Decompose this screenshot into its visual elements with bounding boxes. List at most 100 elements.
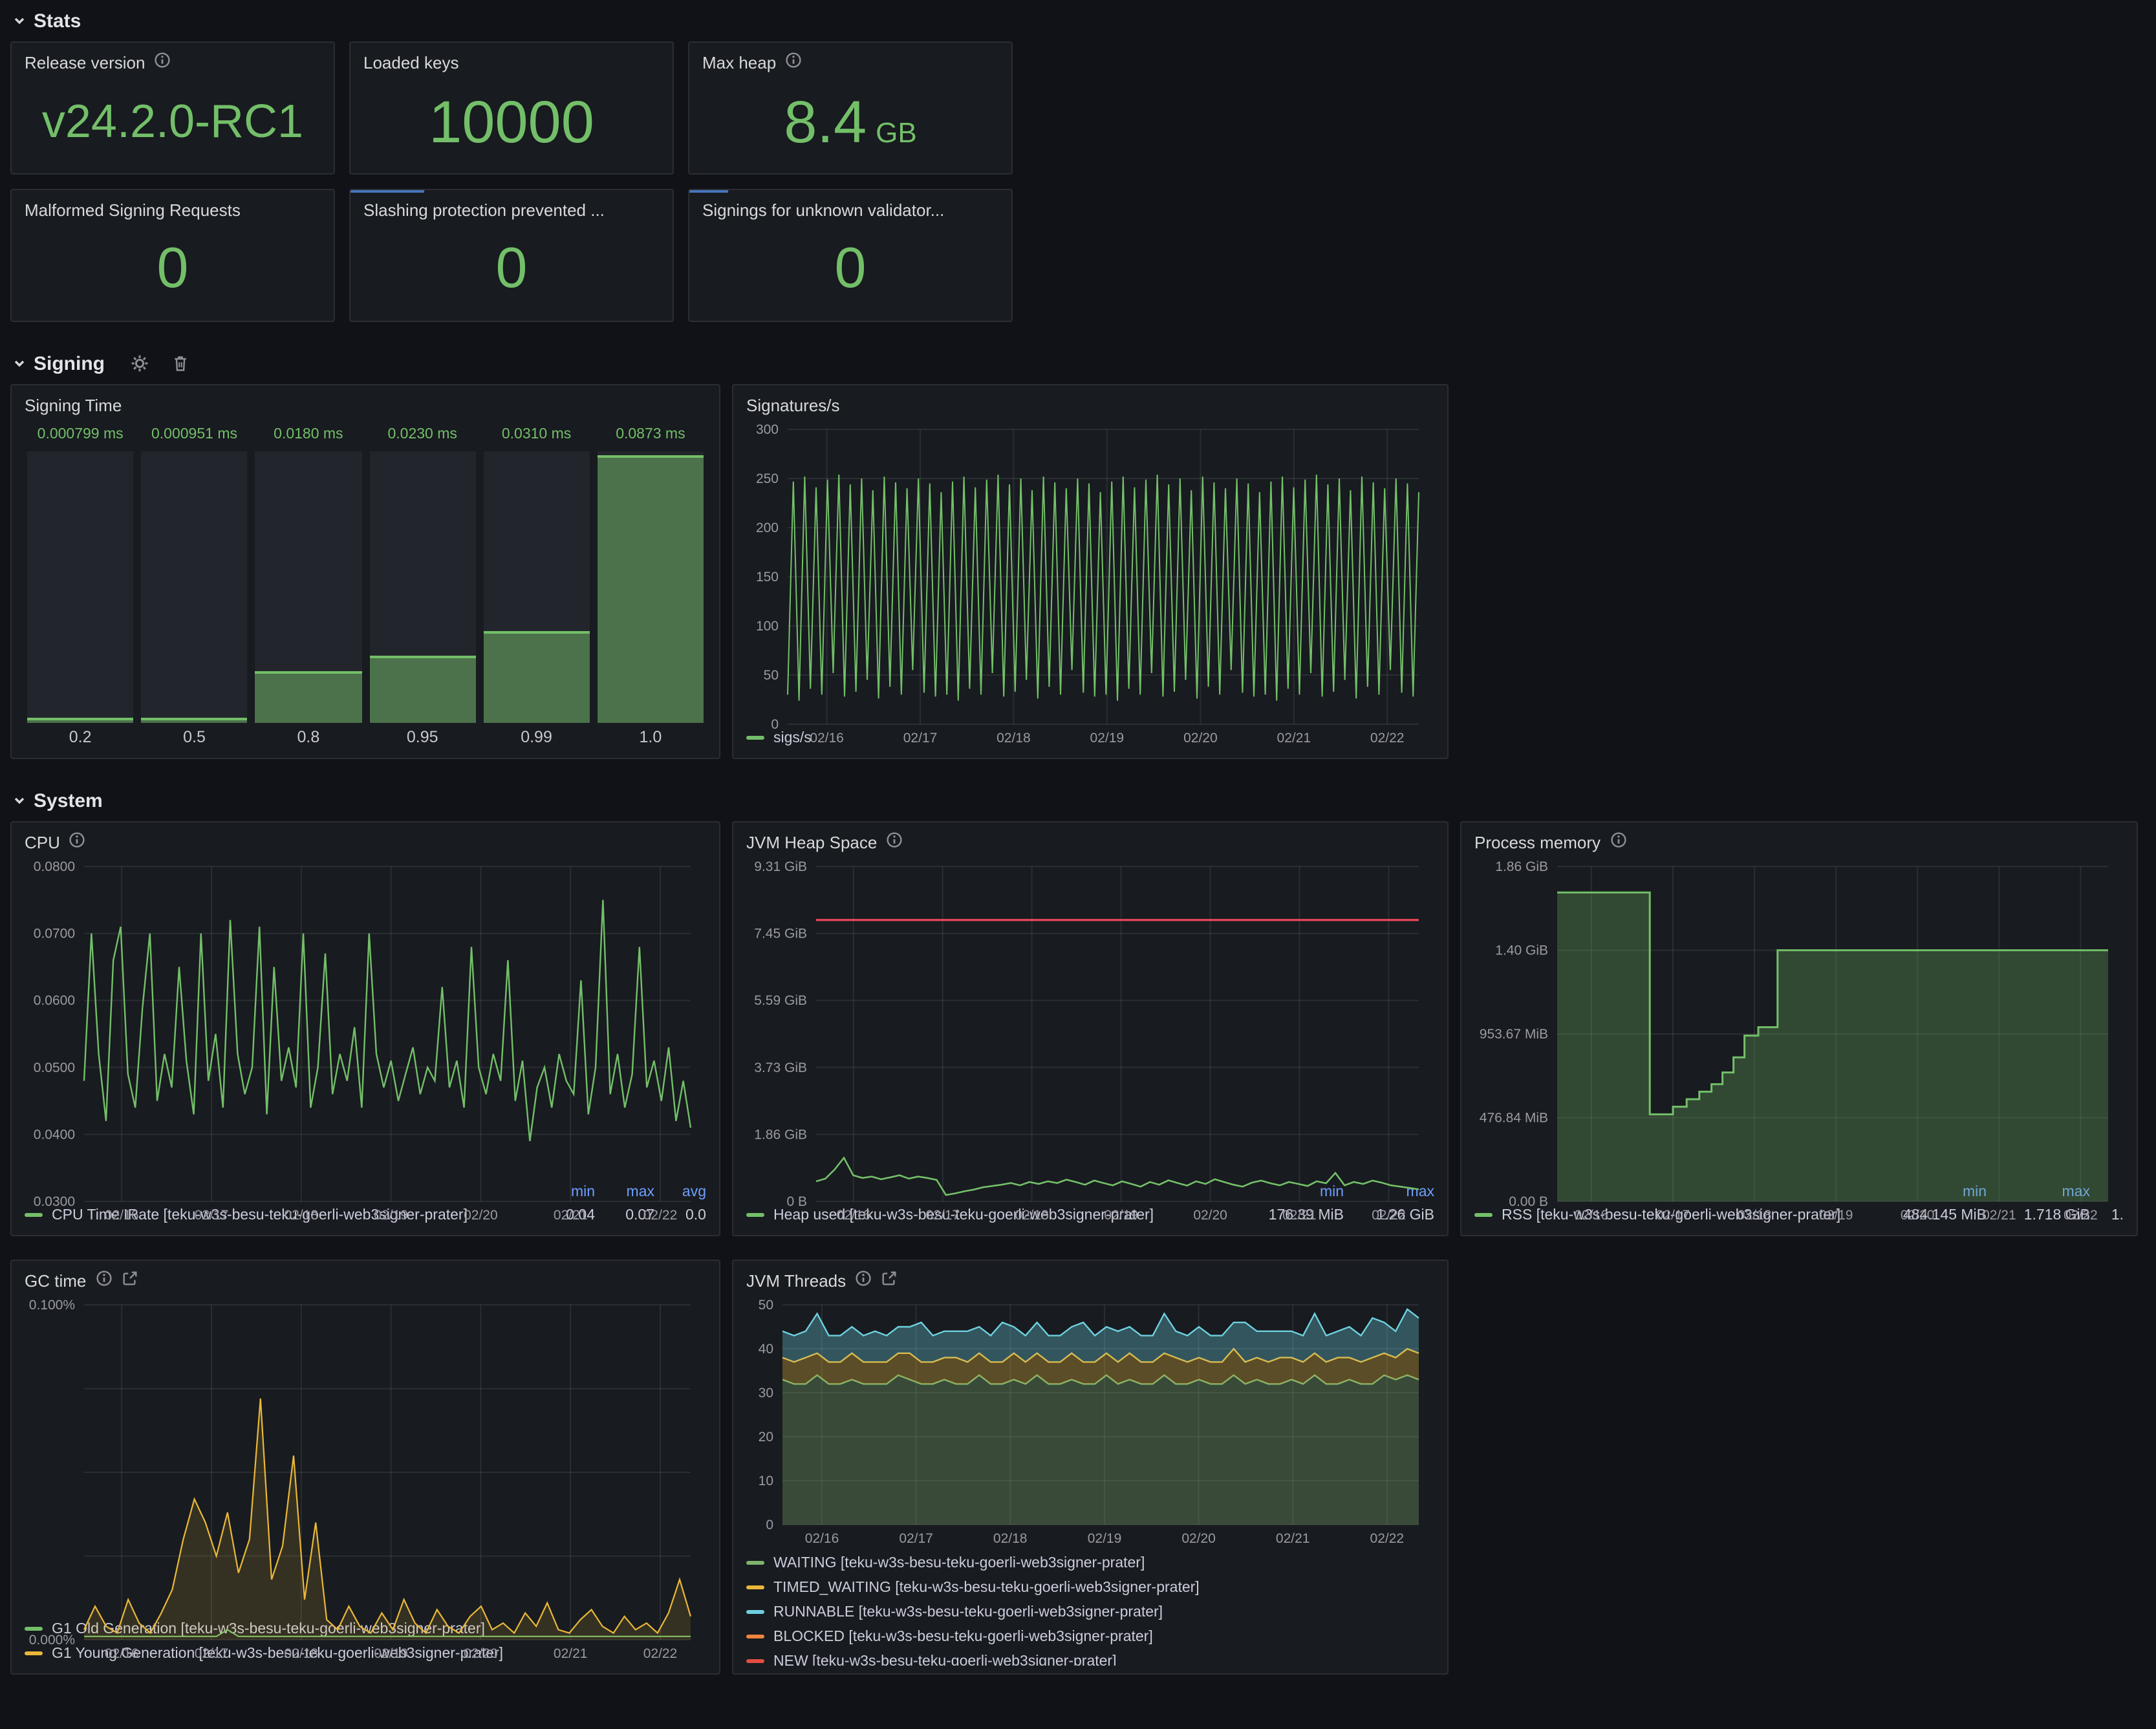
gauge-0.8: 0.0180 ms 0.8 (255, 427, 361, 750)
svg-text:10: 10 (759, 1474, 773, 1488)
trash-icon[interactable] (172, 354, 189, 372)
signing-time-gauges: 0.000799 ms 0.2 0.000951 ms 0.5 0.0180 m… (25, 419, 706, 750)
stats-grid: Release version v24.2.0-RC1 Loaded keys … (10, 41, 2146, 322)
svg-text:02/18: 02/18 (1738, 1208, 1772, 1223)
signing-row: Signing Time 0.000799 ms 0.2 0.000951 ms… (10, 384, 2146, 759)
panel-process-memory: Process memory 0.00 B476.84 MiB953.67 Mi… (1460, 821, 2138, 1236)
svg-text:20: 20 (759, 1430, 773, 1444)
svg-text:0.0300: 0.0300 (34, 1194, 75, 1209)
svg-text:02/16: 02/16 (810, 731, 844, 746)
legend-label[interactable]: NEW [teku-w3s-besu-teku-goerli-web3signe… (773, 1653, 1434, 1666)
panel-title[interactable]: CPU (25, 833, 60, 852)
jvm-heap-chart[interactable]: 0 B1.86 GiB3.73 GiB5.59 GiB7.45 GiB9.31 … (746, 856, 1434, 1178)
panel-title[interactable]: Release version (25, 53, 145, 72)
svg-text:02/22: 02/22 (1370, 1531, 1405, 1546)
info-icon[interactable] (95, 1269, 112, 1293)
section-header-stats[interactable]: Stats (10, 5, 2146, 36)
legend-label[interactable]: WAITING [teku-w3s-besu-teku-goerli-web3s… (773, 1555, 1434, 1571)
gauge-track (255, 451, 361, 723)
gauge-track (369, 451, 475, 723)
series-color-dash-icon (746, 1585, 764, 1589)
gauge-track (141, 451, 247, 723)
external-link-icon[interactable] (881, 1269, 898, 1293)
legend-label[interactable]: BLOCKED [teku-w3s-besu-teku-goerli-web3s… (773, 1629, 1434, 1644)
legend-item[interactable]: TIMED_WAITING [teku-w3s-besu-teku-goerli… (746, 1575, 1434, 1600)
svg-text:5.59 GiB: 5.59 GiB (754, 993, 807, 1008)
svg-text:02/21: 02/21 (554, 1208, 588, 1223)
legend-label[interactable]: TIMED_WAITING [teku-w3s-besu-teku-goerli… (773, 1580, 1434, 1595)
svg-text:0.0800: 0.0800 (34, 859, 75, 874)
svg-text:02/18: 02/18 (993, 1531, 1028, 1546)
svg-text:1.86 GiB: 1.86 GiB (754, 1127, 807, 1142)
gauge-fill (598, 455, 704, 723)
svg-text:02/19: 02/19 (374, 1646, 408, 1661)
svg-text:0.0700: 0.0700 (34, 927, 75, 941)
svg-text:300: 300 (756, 422, 779, 437)
svg-text:02/16: 02/16 (837, 1208, 871, 1223)
panel-title[interactable]: Max heap (702, 53, 776, 72)
cpu-chart[interactable]: 0.03000.04000.05000.06000.07000.080002/1… (25, 856, 706, 1178)
gauge-value: 0.0310 ms (483, 427, 589, 446)
svg-text:02/18: 02/18 (1015, 1208, 1049, 1223)
svg-text:1.86 GiB: 1.86 GiB (1495, 859, 1548, 874)
external-link-icon[interactable] (121, 1269, 138, 1293)
info-icon[interactable] (69, 831, 86, 854)
panel-title[interactable]: Signing Time (25, 396, 122, 415)
gauge-track (483, 451, 589, 723)
panel-title[interactable]: Slashing protection prevented ... (363, 200, 605, 220)
svg-text:476.84 MiB: 476.84 MiB (1480, 1111, 1548, 1126)
gauge-0.2: 0.000799 ms 0.2 (27, 427, 133, 750)
system-row-2: GC time 0.000%0.100%02/1602/1702/1802/19… (10, 1260, 2146, 1675)
gauge-value: 0.0180 ms (255, 427, 361, 446)
info-icon[interactable] (154, 51, 171, 74)
panel-jvm-heap: JVM Heap Space 0 B1.86 GiB3.73 GiB5.59 G… (732, 821, 1449, 1236)
series-color-dash-icon (746, 1635, 764, 1638)
panel-signing-time: Signing Time 0.000799 ms 0.2 0.000951 ms… (10, 384, 720, 759)
panel-title[interactable]: Malformed Signing Requests (25, 200, 241, 220)
svg-text:7.45 GiB: 7.45 GiB (754, 927, 807, 941)
process-memory-chart[interactable]: 0.00 B476.84 MiB953.67 MiB1.40 GiB1.86 G… (1474, 856, 2124, 1178)
svg-text:02/16: 02/16 (805, 1531, 839, 1546)
gauge-label: 0.8 (255, 723, 361, 750)
panel-title[interactable]: JVM Threads (746, 1271, 846, 1291)
gauge-value: 0.0230 ms (369, 427, 475, 446)
chevron-down-icon (10, 354, 28, 372)
svg-text:02/22: 02/22 (643, 1646, 678, 1661)
panel-title[interactable]: Signings for unknown validator... (702, 200, 944, 220)
info-icon[interactable] (785, 51, 802, 74)
panel-title[interactable]: JVM Heap Space (746, 833, 877, 852)
legend-item[interactable]: NEW [teku-w3s-besu-teku-goerli-web3signe… (746, 1649, 1434, 1666)
jvm-threads-chart[interactable]: 0102030405002/1602/1702/1802/1902/2002/2… (746, 1294, 1434, 1547)
legend-label[interactable]: RUNNABLE [teku-w3s-besu-teku-goerli-web3… (773, 1604, 1434, 1620)
svg-text:0.100%: 0.100% (29, 1298, 75, 1313)
panel-title[interactable]: Loaded keys (363, 53, 458, 72)
section-header-system[interactable]: System (10, 785, 2146, 816)
svg-text:02/20: 02/20 (1193, 1208, 1227, 1223)
signatures-chart[interactable]: 05010015020025030002/1602/1702/1802/1902… (746, 419, 1434, 722)
svg-text:02/19: 02/19 (1090, 731, 1125, 746)
svg-text:30: 30 (759, 1386, 773, 1401)
gauge-value: 0.000951 ms (141, 427, 247, 446)
info-icon[interactable] (886, 831, 903, 854)
panel-malformed-requests: Malformed Signing Requests 0 (10, 189, 335, 322)
panel-title[interactable]: GC time (25, 1271, 86, 1291)
gauge-0.95: 0.0230 ms 0.95 (369, 427, 475, 750)
info-icon[interactable] (1610, 831, 1626, 854)
section-header-signing[interactable]: Signing (10, 348, 2146, 379)
panel-title[interactable]: Process memory (1474, 833, 1601, 852)
svg-text:0: 0 (771, 717, 779, 732)
gc-time-chart[interactable]: 0.000%0.100%02/1602/1702/1802/1902/2002/… (25, 1294, 706, 1613)
gauge-0.5: 0.000951 ms 0.5 (141, 427, 247, 750)
info-icon[interactable] (855, 1269, 872, 1293)
svg-text:02/18: 02/18 (285, 1646, 319, 1661)
panel-title[interactable]: Signatures/s (746, 396, 840, 415)
stat-unit: GB (876, 116, 917, 149)
gear-icon[interactable] (131, 354, 149, 372)
legend-item[interactable]: BLOCKED [teku-w3s-besu-teku-goerli-web3s… (746, 1624, 1434, 1649)
stat-sparkline (350, 190, 424, 193)
legend-item[interactable]: RUNNABLE [teku-w3s-besu-teku-goerli-web3… (746, 1600, 1434, 1624)
svg-text:02/22: 02/22 (643, 1208, 678, 1223)
gauge-label: 1.0 (598, 723, 704, 750)
legend-item[interactable]: WAITING [teku-w3s-besu-teku-goerli-web3s… (746, 1551, 1434, 1575)
svg-text:02/19: 02/19 (1104, 1208, 1138, 1223)
